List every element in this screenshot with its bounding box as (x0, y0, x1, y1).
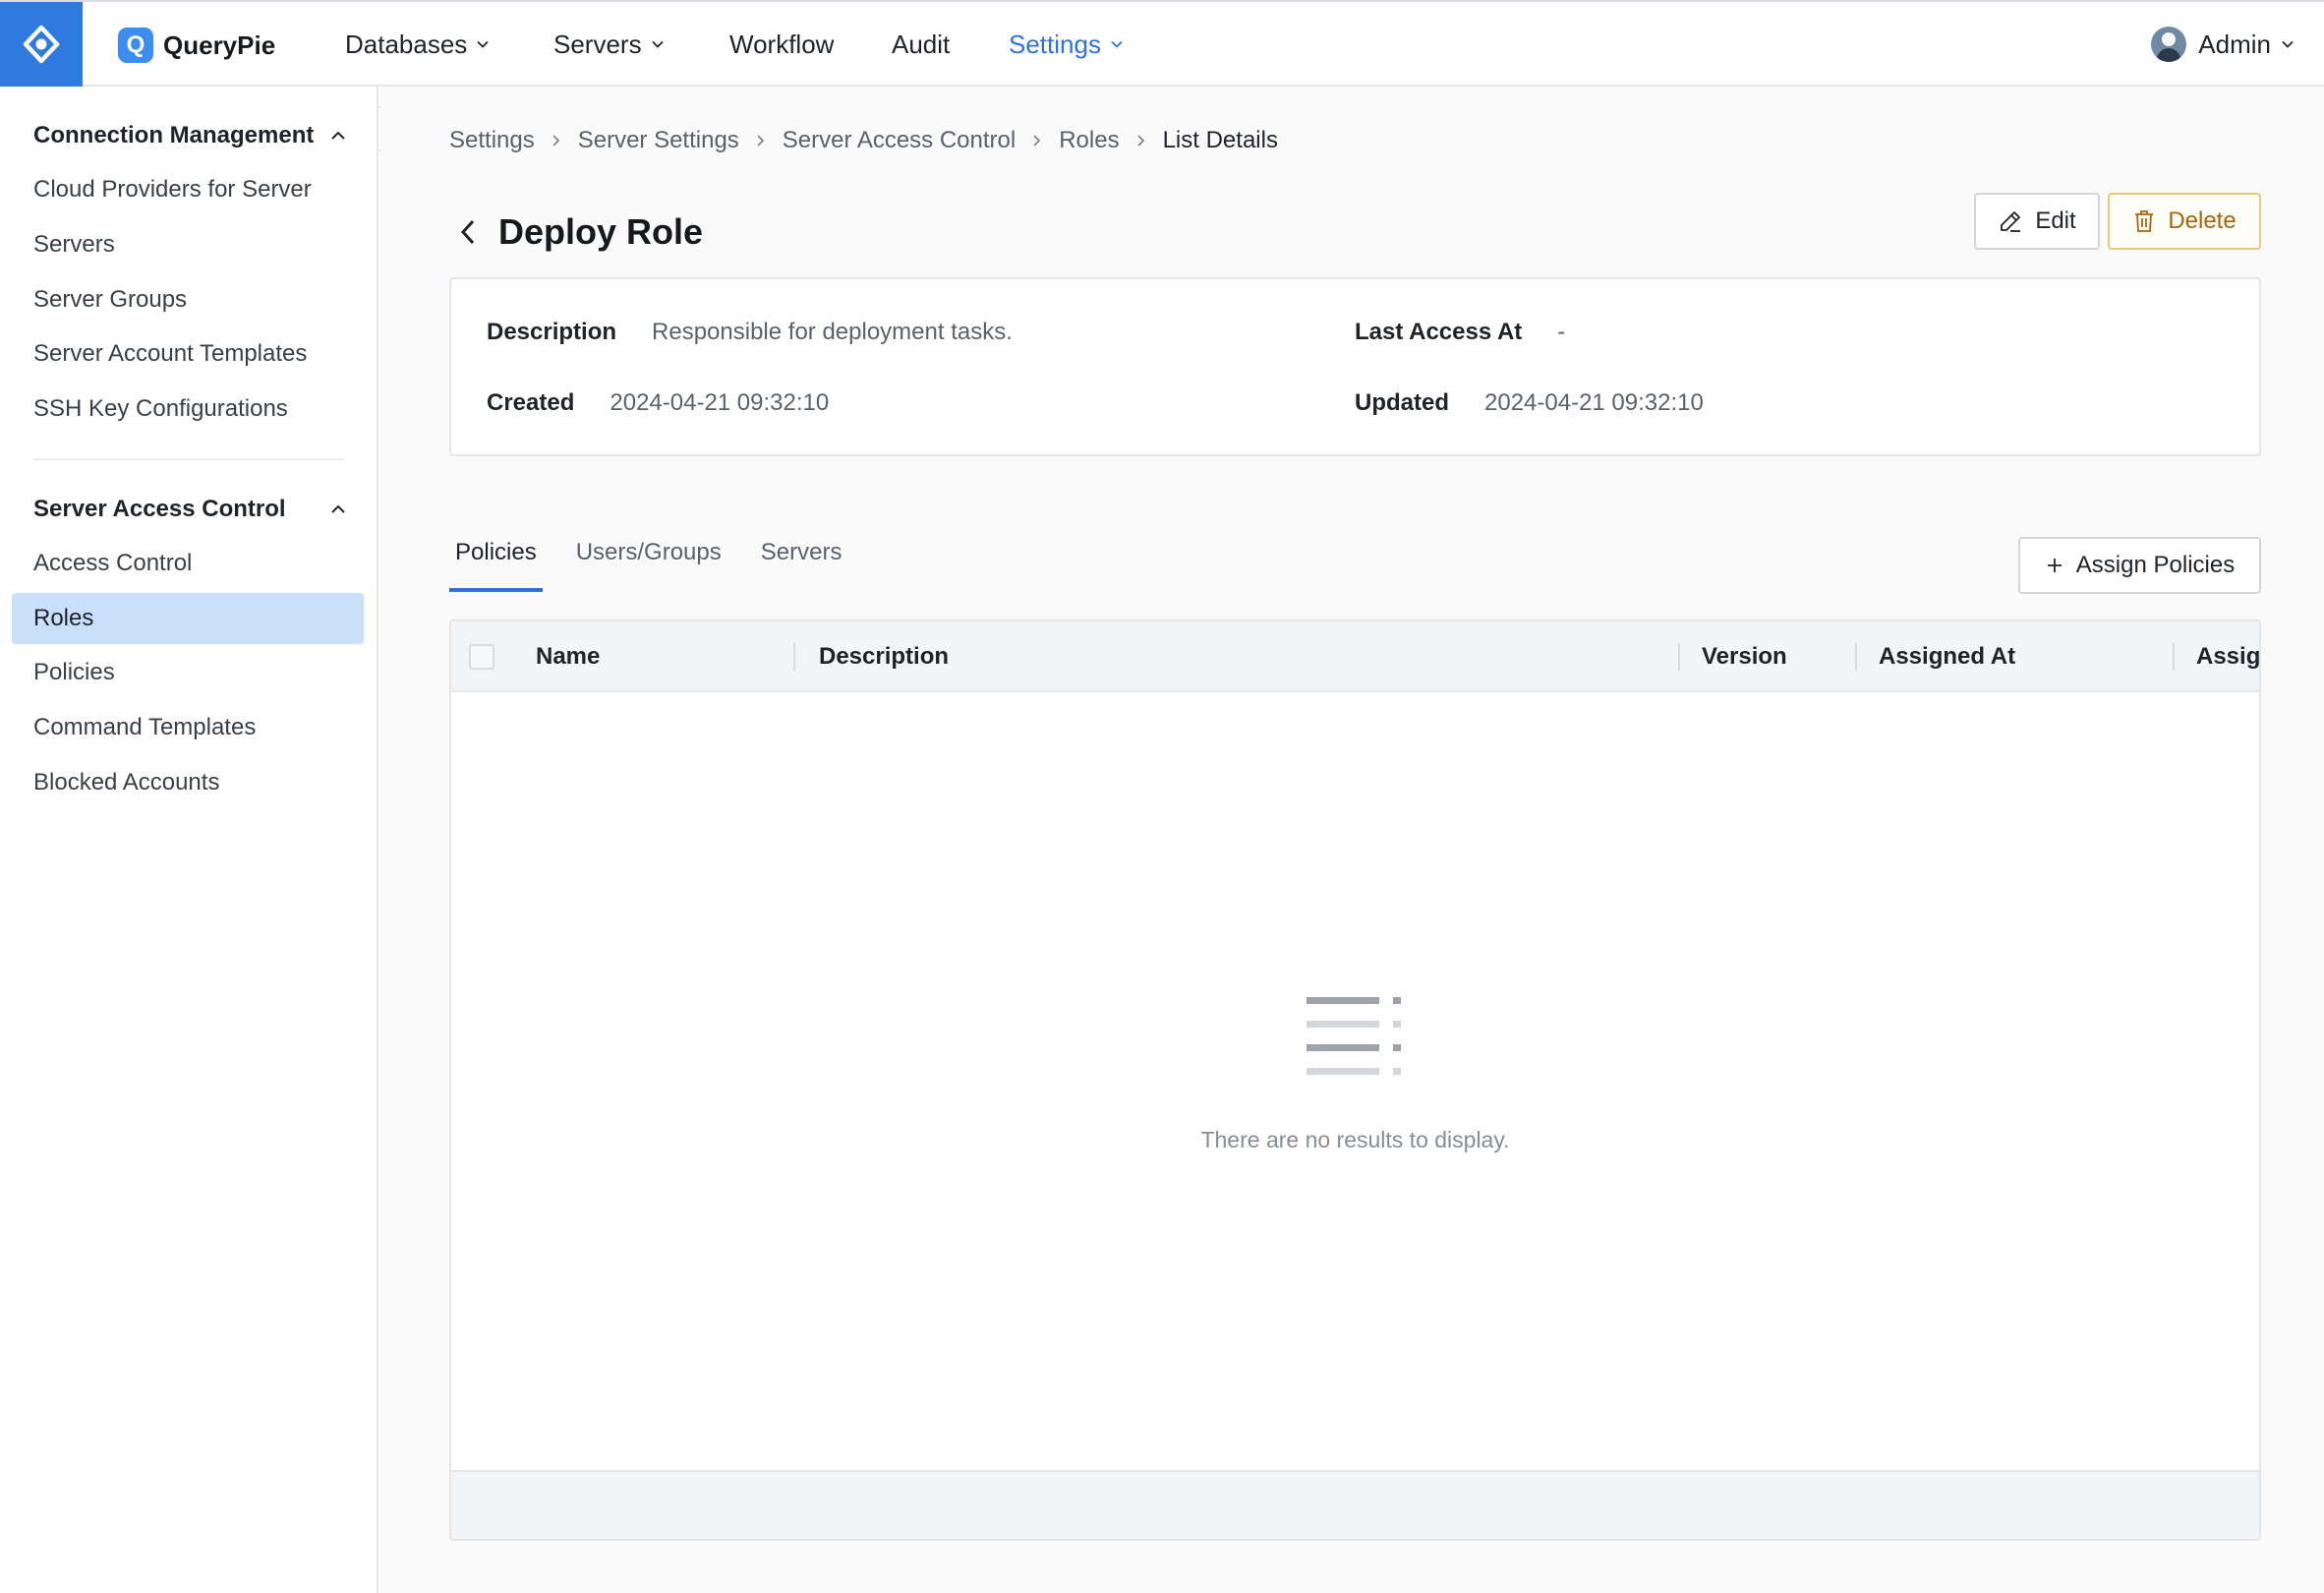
column-divider[interactable] (1678, 643, 1680, 671)
column-version[interactable]: Version (1702, 621, 1787, 692)
nav-workflow[interactable]: Workflow (729, 2, 834, 87)
sidebar-item-server-account-templates[interactable]: Server Account Templates (33, 334, 307, 374)
user-menu[interactable]: Admin (2151, 2, 2295, 87)
updated-label: Updated (1355, 389, 1449, 416)
tab-servers[interactable]: Servers (755, 531, 848, 592)
nav-servers[interactable]: Servers (553, 2, 665, 87)
tab-policies[interactable]: Policies (449, 531, 543, 592)
chevron-right-icon (551, 133, 562, 148)
created-field: Created 2024-04-21 09:32:10 (487, 386, 829, 420)
breadcrumb-server-settings[interactable]: Server Settings (578, 127, 739, 154)
column-name[interactable]: Name (536, 621, 600, 692)
last-access-label: Last Access At (1355, 319, 1523, 345)
description-field: Description Responsible for deployment t… (487, 316, 1013, 349)
last-access-field: Last Access At - (1355, 316, 1565, 349)
column-divider[interactable] (2173, 643, 2175, 671)
last-access-value: - (1557, 319, 1566, 345)
sidebar-divider (33, 458, 344, 460)
edit-button-label: Edit (2035, 207, 2076, 234)
sidebar-item-access-control[interactable]: Access Control (33, 544, 192, 583)
edit-button[interactable]: Edit (1974, 193, 2100, 250)
empty-state: There are no results to display. (451, 995, 2259, 1153)
column-assigned-at[interactable]: Assigned At (1879, 621, 2015, 692)
assign-policies-button[interactable]: Assign Policies (2018, 537, 2261, 594)
nav-settings-label: Settings (1009, 29, 1101, 59)
breadcrumb-roles[interactable]: Roles (1059, 127, 1119, 154)
nav-databases-label: Databases (345, 29, 468, 59)
description-value: Responsible for deployment tasks. (652, 319, 1013, 345)
app-home-logo-icon[interactable] (0, 2, 83, 87)
updated-value: 2024-04-21 09:32:10 (1484, 389, 1704, 416)
sidebar-group-title: Server Access Control (33, 496, 286, 522)
policies-table: Name Description Version Assigned At Ass… (449, 620, 2261, 1541)
sidebar-item-server-groups[interactable]: Server Groups (33, 280, 187, 320)
user-name: Admin (2198, 29, 2271, 59)
sidebar-item-blocked-accounts[interactable]: Blocked Accounts (33, 763, 219, 802)
avatar (2151, 27, 2187, 62)
back-button[interactable] (449, 212, 489, 252)
trash-icon (2135, 210, 2154, 232)
chevron-right-icon (755, 133, 767, 148)
sidebar-item-roles[interactable]: Roles (12, 593, 364, 644)
brand[interactable]: Q QueryPie (118, 28, 275, 63)
created-value: 2024-04-21 09:32:10 (610, 389, 830, 416)
table-footer (451, 1470, 2259, 1539)
sidebar-group-server-access-control[interactable]: Server Access Control (33, 490, 348, 529)
chevron-right-icon (1135, 133, 1147, 148)
querypie-logo-icon: Q (118, 28, 153, 63)
tab-users-groups[interactable]: Users/Groups (570, 531, 727, 592)
chevron-right-icon (1031, 133, 1043, 148)
column-divider[interactable] (793, 643, 795, 671)
nav-settings[interactable]: Settings (1009, 2, 1124, 87)
nav-audit[interactable]: Audit (892, 2, 950, 87)
description-label: Description (487, 319, 617, 345)
select-all-checkbox[interactable] (469, 644, 494, 670)
breadcrumb-list-details: List Details (1162, 127, 1278, 153)
sidebar-group-connection-management[interactable]: Connection Management (33, 116, 348, 155)
sidebar-item-policies[interactable]: Policies (33, 653, 115, 692)
breadcrumb-server-access-control[interactable]: Server Access Control (783, 127, 1016, 154)
top-navigation-bar: Q QueryPie Databases Servers Workflow Au… (0, 0, 2324, 87)
sidebar-item-cloud-providers[interactable]: Cloud Providers for Server (33, 170, 312, 209)
empty-list-icon (1306, 997, 1401, 1075)
created-label: Created (487, 389, 575, 416)
column-divider[interactable] (1855, 643, 1857, 671)
breadcrumb: Settings Server Settings Server Access C… (449, 124, 1278, 157)
pencil-icon (2001, 211, 2021, 232)
page-header: Deploy Role (449, 205, 703, 260)
assign-policies-label: Assign Policies (2075, 552, 2236, 578)
breadcrumb-settings[interactable]: Settings (449, 127, 535, 154)
nav-audit-label: Audit (892, 29, 951, 59)
detail-tabs: Policies Users/Groups Servers (449, 531, 875, 592)
column-description[interactable]: Description (819, 621, 949, 692)
empty-state-text: There are no results to display. (1200, 1127, 1510, 1152)
chevron-down-icon (477, 40, 489, 48)
chevron-up-icon (331, 504, 345, 513)
delete-button-label: Delete (2168, 207, 2237, 234)
chevron-down-icon (1111, 40, 1123, 48)
sidebar-item-ssh-key-configurations[interactable]: SSH Key Configurations (33, 389, 288, 429)
chevron-up-icon (331, 131, 345, 140)
nav-servers-label: Servers (553, 29, 642, 59)
column-assigned-by[interactable]: Assig (2196, 621, 2259, 692)
main-content: Settings Server Settings Server Access C… (380, 87, 2324, 1593)
chevron-down-icon (2282, 40, 2294, 48)
nav-databases[interactable]: Databases (345, 2, 490, 87)
delete-button[interactable]: Delete (2108, 193, 2261, 250)
sidebar: Connection Management Cloud Providers fo… (0, 87, 378, 1593)
page-title: Deploy Role (498, 211, 704, 252)
chevron-down-icon (651, 40, 664, 48)
sidebar-group-title: Connection Management (33, 122, 315, 148)
updated-field: Updated 2024-04-21 09:32:10 (1355, 386, 1704, 420)
role-details-card: Description Responsible for deployment t… (449, 277, 2261, 456)
table-header: Name Description Version Assigned At Ass… (451, 621, 2259, 692)
sidebar-item-servers[interactable]: Servers (33, 225, 115, 265)
arrow-back-icon (460, 219, 475, 245)
sidebar-item-command-templates[interactable]: Command Templates (33, 708, 256, 747)
nav-workflow-label: Workflow (729, 29, 835, 59)
plus-icon (2047, 559, 2062, 572)
brand-name: QueryPie (163, 30, 276, 60)
